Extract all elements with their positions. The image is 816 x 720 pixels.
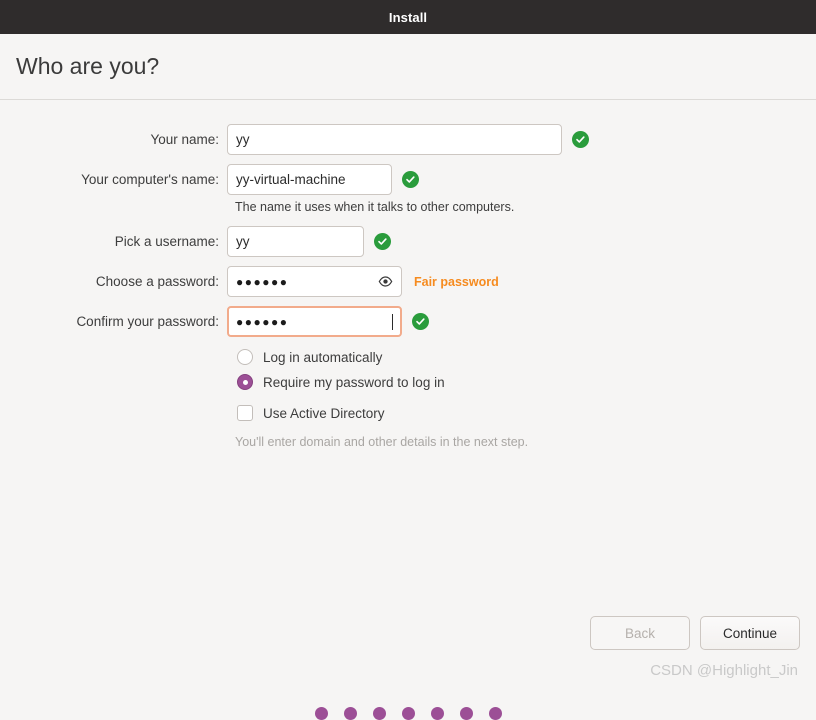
progress-dot: [401, 707, 415, 720]
continue-button[interactable]: Continue: [700, 616, 800, 650]
row-computer-name: Your computer's name: yy-virtual-machine: [0, 164, 816, 195]
footer-buttons: Back Continue: [590, 616, 800, 650]
user-setup-form: Your name: yy Your computer's name: yy-v…: [0, 100, 816, 449]
progress-dot: [343, 707, 357, 720]
label-username: Pick a username:: [114, 234, 219, 249]
option-login-automatically-label: Log in automatically: [263, 349, 383, 365]
option-require-password[interactable]: Require my password to log in: [237, 374, 816, 390]
progress-dot: [314, 707, 328, 720]
progress-dots: [0, 707, 816, 720]
row-password: Choose a password: ●●●●●● Fair password: [0, 266, 816, 297]
progress-dot: [372, 707, 386, 720]
your-name-input[interactable]: yy: [227, 124, 562, 155]
check-glyph: [576, 136, 585, 143]
checkbox-active-directory[interactable]: [237, 405, 253, 421]
password-input[interactable]: ●●●●●●: [227, 266, 402, 297]
label-confirm-password: Confirm your password:: [76, 314, 219, 329]
label-your-name: Your name:: [150, 132, 219, 147]
radio-require-password[interactable]: [237, 374, 253, 390]
progress-dot: [430, 707, 444, 720]
eye-icon[interactable]: [377, 274, 393, 290]
confirm-password-value: ●●●●●●: [236, 314, 289, 329]
progress-dot: [459, 707, 473, 720]
computer-name-value: yy-virtual-machine: [236, 172, 346, 187]
row-your-name: Your name: yy: [0, 124, 816, 155]
row-confirm-password: Confirm your password: ●●●●●●: [0, 306, 816, 337]
back-button[interactable]: Back: [590, 616, 690, 650]
eye-glyph: [378, 276, 392, 287]
confirm-password-input[interactable]: ●●●●●●: [227, 306, 402, 337]
label-computer-name: Your computer's name:: [81, 172, 219, 187]
password-value: ●●●●●●: [236, 274, 289, 289]
check-glyph: [416, 318, 425, 325]
watermark: CSDN @Highlight_Jin: [650, 662, 798, 679]
radio-login-automatically[interactable]: [237, 349, 253, 365]
row-username: Pick a username: yy: [0, 226, 816, 257]
password-strength-label: Fair password: [414, 274, 499, 289]
window-title: Install: [388, 9, 428, 25]
check-circle-icon: [402, 171, 419, 188]
active-directory-hint: You'll enter domain and other details in…: [235, 435, 529, 449]
computer-name-input[interactable]: yy-virtual-machine: [227, 164, 392, 195]
option-require-password-label: Require my password to log in: [263, 374, 445, 390]
progress-dot: [488, 707, 502, 720]
computer-name-hint: The name it uses when it talks to other …: [235, 200, 515, 214]
option-active-directory-label: Use Active Directory: [263, 405, 385, 421]
option-active-directory[interactable]: Use Active Directory: [237, 405, 816, 421]
username-input[interactable]: yy: [227, 226, 364, 257]
option-login-automatically[interactable]: Log in automatically: [237, 349, 816, 365]
page-title: Who are you?: [16, 53, 160, 79]
installer-content: Your name: yy Your computer's name: yy-v…: [0, 100, 816, 720]
check-glyph: [406, 176, 415, 183]
check-glyph: [378, 238, 387, 245]
check-circle-icon: [374, 233, 391, 250]
label-password: Choose a password:: [95, 274, 219, 289]
your-name-value: yy: [236, 132, 250, 147]
text-caret: [392, 313, 393, 330]
check-circle-icon: [412, 313, 429, 330]
username-value: yy: [236, 234, 250, 249]
page-header: Who are you?: [0, 34, 816, 100]
window-titlebar: Install: [0, 0, 816, 34]
check-circle-icon: [572, 131, 589, 148]
